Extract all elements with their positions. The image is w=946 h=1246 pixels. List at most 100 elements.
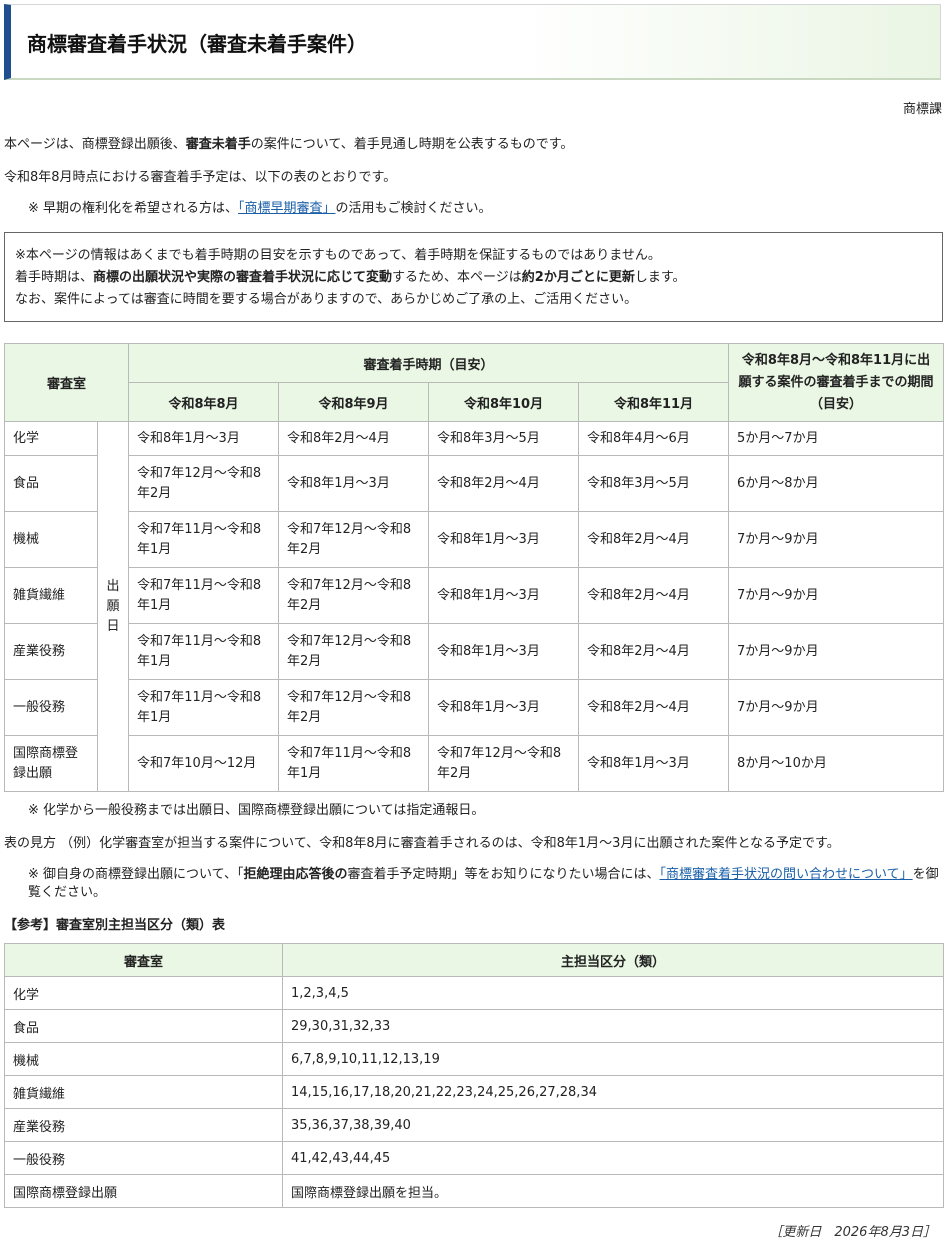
inquiry-bold: 拒絶理由応答後の (243, 867, 348, 882)
header-month: 令和8年9月 (278, 382, 430, 422)
header-room: 審査室 (4, 943, 283, 977)
intro-paragraph-3: ※ 早期の権利化を希望される方は、「商標早期審査」の活用もご検討ください。 (28, 200, 492, 218)
class-list: 35,36,37,38,39,40 (282, 1108, 944, 1142)
table-row: 国際商標登録出願 令和7年10月～12月 令和7年11月～令和8年1月 令和7年… (4, 735, 945, 792)
schedule-cell: 令和7年12月～令和8年2月 (128, 455, 280, 512)
table-row: 化学 1,2,3,4,5 (4, 976, 944, 1010)
duration-cell: 7か月～9か月 (728, 679, 945, 736)
class-list: 1,2,3,4,5 (282, 976, 944, 1010)
basis-char: 日 (106, 618, 120, 634)
schedule-cell: 令和7年10月～12月 (128, 735, 280, 792)
table-row: 国際商標登録出願 国際商標登録出願を担当。 (4, 1174, 944, 1208)
table-row: 機械 令和7年11月～令和8年1月 令和7年12月～令和8年2月 令和8年1月～… (4, 511, 945, 568)
notice-box: ※本ページの情報はあくまでも着手時期の目安を示すものであって、着手時期を保証する… (4, 232, 943, 322)
header-month: 令和8年8月 (128, 382, 280, 422)
room-name: 国際商標登録出願 (4, 1174, 283, 1208)
updated-date: ［更新日 2026年8月3日］ (769, 1225, 936, 1240)
notice-text: 着手時期は、 (15, 270, 94, 285)
notice-line-2: 着手時期は、商標の出願状況や実際の審査着手状況に応じて変動するため、本ページは約… (15, 267, 942, 289)
table-row: 雑貨繊維 14,15,16,17,18,20,21,22,23,24,25,26… (4, 1075, 944, 1109)
schedule-cell: 令和7年11月～令和8年1月 (128, 567, 280, 624)
duration-cell: 7か月～9か月 (728, 567, 945, 624)
class-list: 29,30,31,32,33 (282, 1009, 944, 1043)
class-list: 6,7,8,9,10,11,12,13,19 (282, 1042, 944, 1076)
schedule-cell: 令和7年11月～令和8年1月 (128, 511, 280, 568)
schedule-cell: 令和7年11月～令和8年1月 (128, 679, 280, 736)
howto-paragraph: 表の見方 （例）化学審査室が担当する案件について、令和8年8月に審査着手されるの… (4, 836, 840, 851)
duration-cell: 7か月～9か月 (728, 623, 945, 680)
schedule-cell: 令和8年2月～4月 (578, 623, 730, 680)
schedule-cell: 令和8年1月～3月 (578, 735, 730, 792)
inquiry-link[interactable]: 「商標審査着手状況の問い合わせについて」 (660, 867, 913, 882)
header-period: 審査着手時期（目安） (128, 343, 730, 383)
basis-char: 願 (106, 598, 120, 614)
schedule-cell: 令和8年2月～4月 (578, 511, 730, 568)
room-name: 機械 (4, 1042, 283, 1076)
notice-line-1: ※本ページの情報はあくまでも着手時期の目安を示すものであって、着手時期を保証する… (15, 248, 661, 263)
class-list: 41,42,43,44,45 (282, 1141, 944, 1175)
duration-cell: 5か月～7か月 (728, 421, 945, 456)
notice-text: するため、本ページは (392, 270, 522, 285)
schedule-cell: 令和8年2月～4月 (578, 567, 730, 624)
table-row: 食品 29,30,31,32,33 (4, 1009, 944, 1043)
schedule-cell: 令和7年12月～令和8年2月 (278, 623, 430, 680)
reference-title: 【参考】審査室別主担当区分（類）表 (4, 918, 226, 933)
inquiry-paragraph: ※ 御自身の商標登録出願について、「拒絶理由応答後の審査着手予定時期」等をお知り… (28, 866, 943, 902)
room-name: 一般役務 (4, 679, 98, 736)
room-name: 雑貨繊維 (4, 567, 98, 624)
schedule-cell: 令和8年2月～4月 (278, 421, 430, 456)
room-name: 食品 (4, 1009, 283, 1043)
room-name: 国際商標登録出願 (4, 735, 98, 792)
table-row: 産業役務 35,36,37,38,39,40 (4, 1108, 944, 1142)
room-name: 化学 (4, 421, 98, 456)
schedule-cell: 令和7年12月～令和8年2月 (278, 511, 430, 568)
room-name: 産業役務 (4, 1108, 283, 1142)
table-header-row: 審査室 主担当区分（類） (4, 943, 944, 977)
notice-text: します。 (634, 270, 686, 285)
header-duration: 令和8年8月～令和8年11月に出願する案件の審査着手までの期間（目安） (728, 343, 945, 422)
schedule-cell: 令和8年1月～3月 (428, 679, 580, 736)
table-row: 化学 出願日 令和8年1月～3月 令和8年2月～4月 令和8年3月～5月 令和8… (4, 421, 945, 792)
intro-paragraph-2: 令和8年8月時点における審査着手予定は、以下の表のとおりです。 (4, 170, 397, 185)
title-bar: 商標審査着手状況（審査未着手案件） (4, 4, 941, 80)
schedule-cell: 令和7年12月～令和8年2月 (428, 735, 580, 792)
table-row: 一般役務 令和7年11月～令和8年1月 令和7年12月～令和8年2月 令和8年1… (4, 679, 945, 736)
intro-text: 本ページは、商標登録出願後、 (4, 137, 186, 152)
room-name: 機械 (4, 511, 98, 568)
schedule-cell: 令和7年12月～令和8年2月 (278, 567, 430, 624)
room-name: 一般役務 (4, 1141, 283, 1175)
class-list: 国際商標登録出願を担当。 (282, 1174, 944, 1208)
header-month: 令和8年10月 (428, 382, 580, 422)
early-examination-link[interactable]: 「商標早期審査」 (238, 201, 336, 216)
table-footnote: ※ 化学から一般役務までは出願日、国際商標登録出願については指定通報日。 (28, 803, 485, 818)
intro-text: の活用もご検討ください。 (335, 201, 492, 216)
schedule-cell: 令和7年12月～令和8年2月 (278, 679, 430, 736)
basis-char: 出 (106, 578, 120, 594)
intro-text: の案件について、着手見通し時期を公表するものです。 (250, 137, 574, 152)
table-row: 一般役務 41,42,43,44,45 (4, 1141, 944, 1175)
schedule-cell: 令和7年11月～令和8年1月 (278, 735, 430, 792)
schedule-cell: 令和8年2月～4月 (428, 455, 580, 512)
duration-cell: 8か月～10か月 (728, 735, 945, 792)
schedule-cell: 令和8年1月～3月 (428, 623, 580, 680)
inquiry-text: ※ 御自身の商標登録出願について、「 (28, 867, 244, 882)
inquiry-text: 審査着手予定時期」等をお知りになりたい場合には、 (347, 867, 660, 882)
notice-line-3: なお、案件によっては審査に時間を要する場合がありますので、あらかじめご了承の上、… (15, 292, 638, 307)
intro-bold: 審査未着手 (185, 137, 251, 152)
notice-bold: 商標の出願状況や実際の審査着手状況に応じて変動 (93, 270, 393, 285)
header-month: 令和8年11月 (578, 382, 730, 422)
schedule-cell: 令和8年3月～5月 (428, 421, 580, 456)
room-name: 化学 (4, 976, 283, 1010)
schedule-cell: 令和8年1月～3月 (428, 511, 580, 568)
header-room: 審査室 (3, 343, 130, 422)
intro-paragraph-1: 本ページは、商標登録出願後、審査未着手の案件について、着手見通し時期を公表するも… (4, 136, 573, 154)
table-row: 産業役務 令和7年11月～令和8年1月 令和7年12月～令和8年2月 令和8年1… (4, 623, 945, 680)
table-row: 雑貨繊維 令和7年11月～令和8年1月 令和7年12月～令和8年2月 令和8年1… (4, 567, 945, 624)
schedule-cell: 令和7年11月～令和8年1月 (128, 623, 280, 680)
room-name: 産業役務 (4, 623, 98, 680)
schedule-cell: 令和8年3月～5月 (578, 455, 730, 512)
intro-text: ※ 早期の権利化を希望される方は、 (28, 201, 239, 216)
table-row: 食品 令和7年12月～令和8年2月 令和8年1月～3月 令和8年2月～4月 令和… (4, 455, 945, 512)
table-row: 機械 6,7,8,9,10,11,12,13,19 (4, 1042, 944, 1076)
schedule-cell: 令和8年1月～3月 (428, 567, 580, 624)
